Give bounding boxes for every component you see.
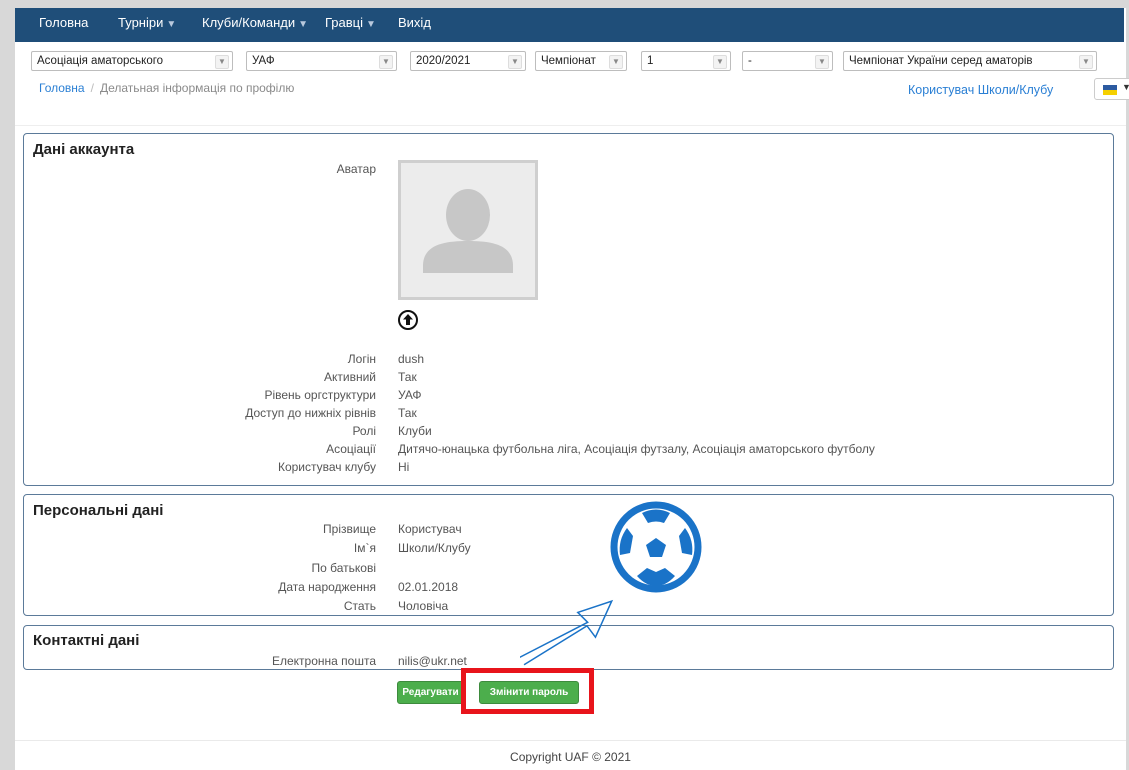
breadcrumb-home-link[interactable]: Головна: [39, 81, 85, 95]
championship-select-value: Чемпіонат України серед аматорів: [849, 55, 1033, 67]
edit-button[interactable]: Редагувати: [397, 681, 464, 704]
chevron-down-icon: ▼: [366, 19, 376, 30]
soccer-ball-icon: [610, 501, 702, 593]
surname-label: Прізвище: [323, 522, 376, 536]
birthdate-value: 02.01.2018: [398, 580, 459, 594]
chevron-down-icon: ▼: [609, 55, 623, 69]
group-select-value: -: [748, 55, 752, 67]
association-select[interactable]: Асоціація аматорського ▼: [31, 51, 233, 71]
associations-label: Асоціації: [326, 442, 376, 456]
nav-clubs-label: Клуби/Команди: [202, 15, 296, 30]
associations-value: Дитячо-юнацька футбольна ліга, Асоціація…: [398, 442, 875, 456]
league-level-select[interactable]: 1 ▼: [641, 51, 731, 71]
contact-section-title: Контактні дані: [33, 632, 140, 649]
surname-value: Користувач: [398, 522, 462, 536]
competition-type-select[interactable]: Чемпіонат ▼: [535, 51, 627, 71]
org-level-label: Рівень оргструктури: [264, 388, 376, 402]
login-value: dush: [398, 352, 425, 366]
email-value: nilis@ukr.net: [398, 654, 467, 668]
organization-select[interactable]: УАФ ▼: [246, 51, 397, 71]
nav-players-label: Гравці: [325, 15, 364, 30]
account-section-title: Дані аккаунта: [33, 141, 135, 158]
email-label: Електронна пошта: [271, 654, 376, 668]
user-profile-link[interactable]: Користувач Школи/Клубу: [908, 83, 1053, 97]
login-label: Логін: [347, 352, 376, 366]
chevron-down-icon: ▼: [1122, 82, 1129, 92]
chevron-down-icon: ▼: [379, 55, 393, 69]
chevron-down-icon: ▼: [298, 19, 309, 30]
footer-divider: [15, 740, 1126, 741]
breadcrumb-current: Делатьная інформація по профілю: [99, 81, 295, 95]
copyright-text: Copyright UAF © 2021: [510, 750, 631, 764]
nav-players[interactable]: Гравці ▼: [325, 8, 376, 42]
ukraine-flag-icon: [1103, 85, 1117, 95]
championship-select[interactable]: Чемпіонат України серед аматорів ▼: [843, 51, 1097, 71]
org-level-value: УАФ: [398, 388, 422, 402]
lower-access-label: Доступ до нижніх рівнів: [245, 406, 376, 420]
chevron-down-icon: ▼: [215, 55, 229, 69]
group-select[interactable]: - ▼: [742, 51, 833, 71]
lower-access-value: Так: [398, 406, 417, 420]
active-label: Активний: [324, 370, 376, 384]
nav-logout-label: Вихід: [398, 15, 431, 30]
first-name-value: Школи/Клубу: [398, 541, 471, 555]
nav-tournaments-label: Турніри: [118, 15, 164, 30]
gender-label: Стать: [343, 599, 376, 613]
upload-icon[interactable]: [398, 310, 418, 330]
association-select-value: Асоціація аматорського: [37, 55, 164, 67]
nav-home-label: Головна: [39, 15, 89, 30]
chevron-down-icon: ▼: [166, 19, 177, 30]
chevron-down-icon: ▼: [815, 55, 829, 69]
nav-tournaments[interactable]: Турніри ▼: [118, 8, 176, 42]
avatar-label: Аватар: [336, 162, 376, 176]
divider: [15, 125, 1126, 126]
top-navbar: Головна Турніри ▼ Клуби/Команди ▼ Гравці ▼ …: [15, 8, 1124, 42]
club-user-label: Користувач клубу: [277, 460, 376, 474]
roles-value: Клуби: [398, 424, 432, 438]
first-name-label: Ім`я: [353, 541, 376, 555]
chevron-down-icon: ▼: [1079, 55, 1093, 69]
personal-section-title: Персональні дані: [33, 502, 164, 519]
roles-label: Ролі: [352, 424, 376, 438]
competition-type-select-value: Чемпіонат: [541, 55, 596, 67]
page: Головна Турніри ▼ Клуби/Команди ▼ Гравці ▼ …: [15, 8, 1129, 770]
season-select[interactable]: 2020/2021 ▼: [410, 51, 526, 71]
patronymic-label: По батькові: [311, 561, 377, 575]
user-silhouette-icon: [401, 163, 535, 297]
nav-home[interactable]: Головна: [39, 8, 88, 42]
chevron-down-icon: ▼: [508, 55, 522, 69]
active-value: Так: [398, 370, 417, 384]
breadcrumb-separator: /: [90, 81, 94, 95]
league-level-select-value: 1: [647, 55, 654, 67]
avatar: [398, 160, 538, 300]
nav-logout[interactable]: Вихід: [398, 8, 431, 42]
season-select-value: 2020/2021: [416, 55, 471, 67]
club-user-value: Ні: [398, 460, 410, 474]
account-data-section: Дані аккаунта Аватар Логін dush Активний…: [23, 133, 1114, 486]
breadcrumb: Головна / Делатьная інформація по профілю: [39, 81, 294, 95]
gender-value: Чоловіча: [398, 599, 449, 613]
chevron-down-icon: ▼: [713, 55, 727, 69]
birthdate-label: Дата народження: [278, 580, 376, 594]
nav-clubs[interactable]: Клуби/Команди ▼: [202, 8, 308, 42]
arrow-icon: [520, 599, 614, 666]
organization-select-value: УАФ: [252, 55, 275, 67]
language-select-button[interactable]: ▼: [1094, 78, 1129, 100]
